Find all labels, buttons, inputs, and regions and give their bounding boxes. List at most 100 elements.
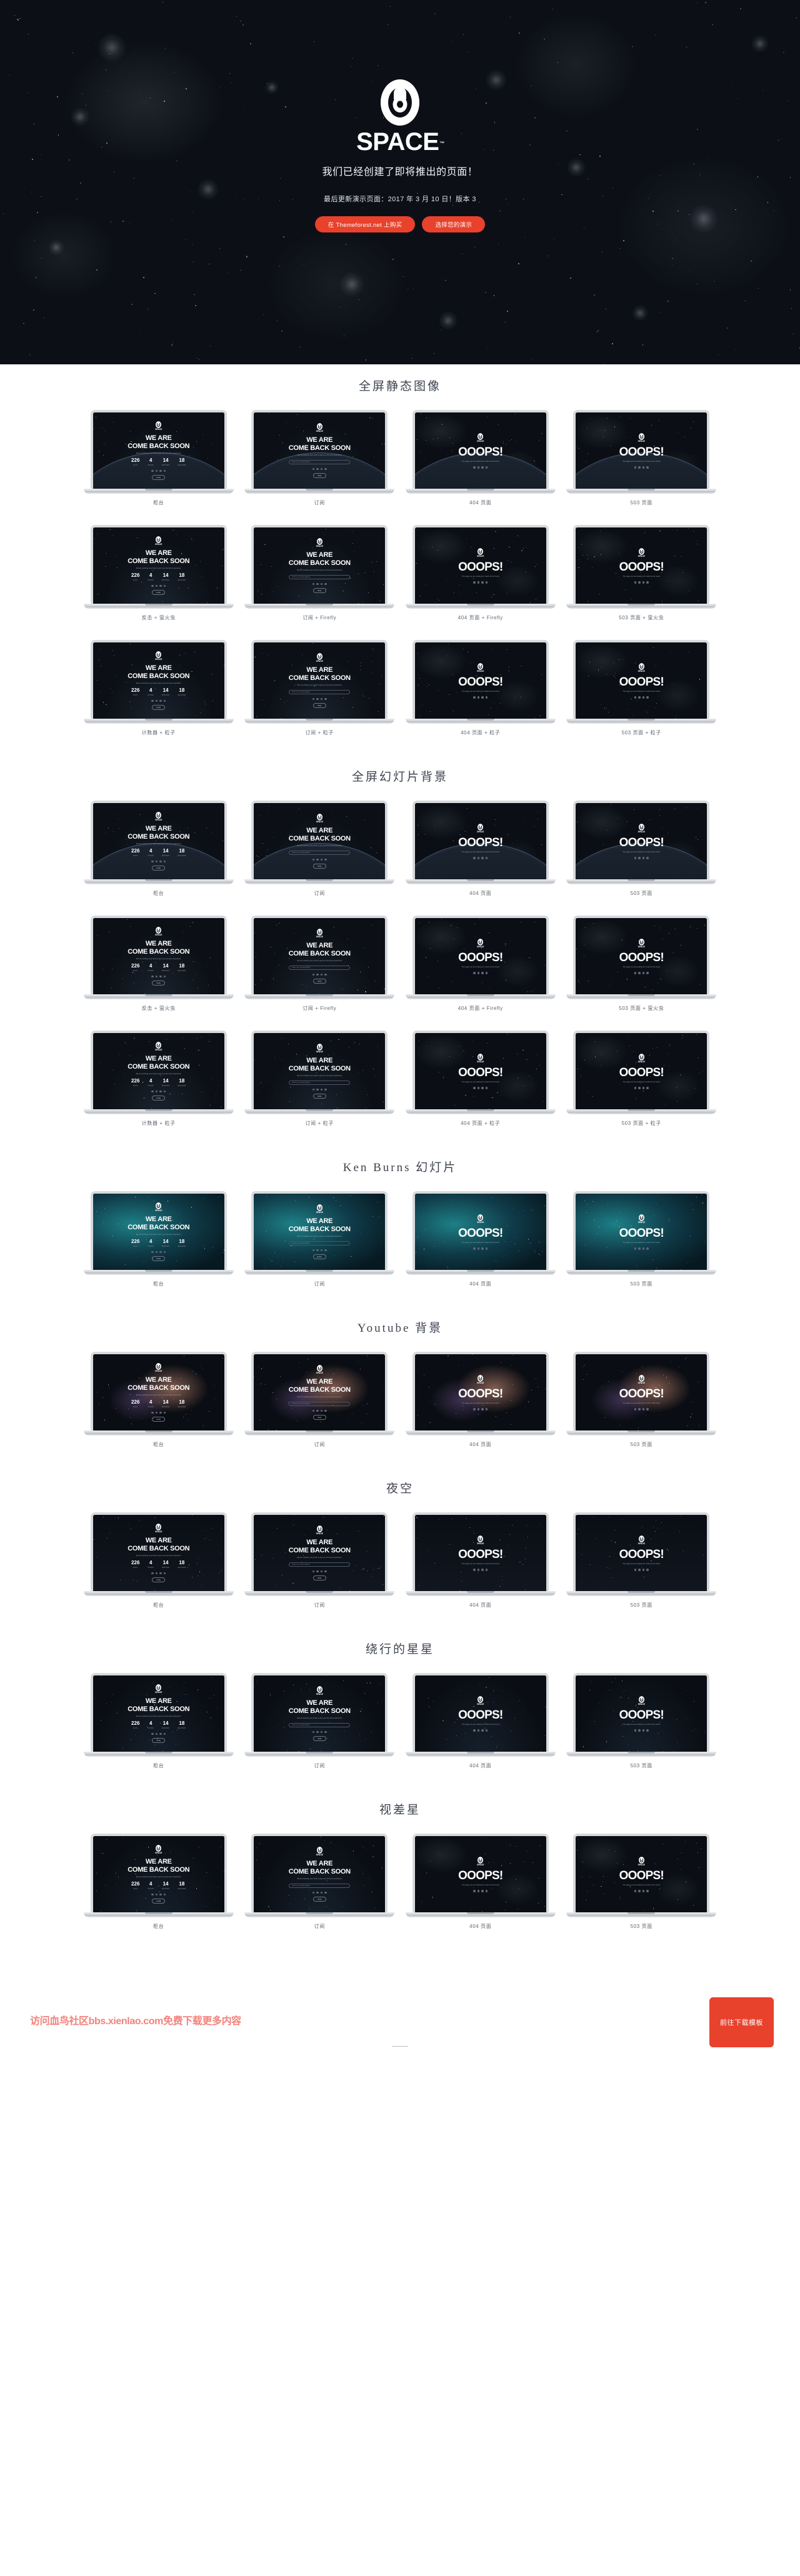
twitter-icon[interactable] <box>638 1890 641 1892</box>
mock-screen-error[interactable]: SPACE OOOPS! The page you are looking for … <box>576 412 708 489</box>
mock-screen-error[interactable]: SPACE OOOPS! The page you are looking for … <box>576 527 708 604</box>
dribbble-icon[interactable] <box>485 1569 488 1571</box>
laptop-mockup[interactable]: SPACE OOOPS! The page you are looking for … <box>566 1031 717 1114</box>
laptop-mockup[interactable]: SPACE OOOPS! The page you are looking for … <box>566 410 717 494</box>
notify-button[interactable]: Notify <box>152 590 166 596</box>
subscribe-button[interactable]: Notify <box>312 1415 326 1420</box>
notify-button[interactable]: Notify <box>152 866 166 871</box>
facebook-icon[interactable] <box>312 973 315 976</box>
mock-screen-error[interactable]: SPACE OOOPS! The page you are looking for … <box>576 1194 708 1270</box>
subscribe-button[interactable]: Notify <box>312 473 326 479</box>
mockup-card[interactable]: SPACE WE ARE COME BACK SOON We are working … <box>78 1352 239 1467</box>
mock-screen-counter[interactable]: SPACE WE ARE COME BACK SOON We are working … <box>92 1836 224 1912</box>
laptop-mockup[interactable]: SPACE WE ARE COME BACK SOON We are working … <box>83 916 234 999</box>
facebook-icon[interactable] <box>151 1572 154 1575</box>
dribbble-icon[interactable] <box>324 467 327 471</box>
mockup-card[interactable]: SPACE OOOPS! The page you are looking for … <box>400 916 561 1031</box>
facebook-icon[interactable] <box>312 1249 315 1252</box>
dribbble-icon[interactable] <box>163 975 166 978</box>
twitter-icon[interactable] <box>477 972 480 974</box>
social-icons[interactable] <box>634 1729 649 1732</box>
instagram-icon[interactable] <box>159 1572 162 1575</box>
social-icons[interactable] <box>151 975 166 978</box>
facebook-icon[interactable] <box>473 466 476 469</box>
mock-screen-subscribe[interactable]: SPACE WE ARE COME BACK SOON We are working … <box>254 412 386 489</box>
mockup-card[interactable]: SPACE OOOPS! The page you are looking for … <box>400 1512 561 1627</box>
instagram-icon[interactable] <box>320 858 323 861</box>
mockup-card[interactable]: SPACE WE ARE COME BACK SOON We are working … <box>239 410 401 525</box>
mockup-card[interactable]: SPACE WE ARE COME BACK SOON We are working … <box>78 801 239 916</box>
facebook-icon[interactable] <box>634 1890 637 1892</box>
mockup-card[interactable]: SPACE WE ARE COME BACK SOON We are working … <box>78 1673 239 1788</box>
social-icons[interactable] <box>634 972 649 974</box>
dribbble-icon[interactable] <box>324 1570 327 1573</box>
dribbble-icon[interactable] <box>485 1408 488 1410</box>
laptop-mockup[interactable]: SPACE OOOPS! The page you are looking for … <box>405 1191 556 1275</box>
laptop-mockup[interactable]: SPACE OOOPS! The page you are looking for … <box>405 410 556 494</box>
social-icons[interactable] <box>151 860 166 863</box>
dribbble-icon[interactable] <box>646 466 649 469</box>
mockup-card[interactable]: SPACE WE ARE COME BACK SOON We are working … <box>239 640 401 755</box>
social-icons[interactable] <box>312 1570 327 1573</box>
dribbble-icon[interactable] <box>485 972 488 974</box>
instagram-icon[interactable] <box>159 1251 162 1254</box>
mockup-card[interactable]: SPACE OOOPS! The page you are looking for … <box>561 525 722 640</box>
dribbble-icon[interactable] <box>646 1247 649 1250</box>
instagram-icon[interactable] <box>159 699 162 702</box>
mockup-card[interactable]: SPACE WE ARE COME BACK SOON We are working … <box>78 1031 239 1146</box>
social-icons[interactable] <box>312 1730 327 1734</box>
mockup-card[interactable]: SPACE WE ARE COME BACK SOON We are working … <box>239 1834 401 1949</box>
mockup-card[interactable]: SPACE WE ARE COME BACK SOON We are working … <box>78 525 239 640</box>
twitter-icon[interactable] <box>316 1730 319 1734</box>
facebook-icon[interactable] <box>151 1893 154 1896</box>
mock-screen-subscribe[interactable]: SPACE WE ARE COME BACK SOON We are working … <box>254 527 386 604</box>
twitter-icon[interactable] <box>155 1251 158 1254</box>
laptop-mockup[interactable]: SPACE WE ARE COME BACK SOON We are working … <box>244 1031 395 1114</box>
facebook-icon[interactable] <box>634 1569 637 1571</box>
subscribe-input[interactable]: Enter your email address <box>289 1080 351 1085</box>
facebook-icon[interactable] <box>634 1408 637 1410</box>
social-icons[interactable] <box>312 1891 327 1894</box>
dribbble-icon[interactable] <box>324 582 327 586</box>
instagram-icon[interactable] <box>481 581 484 584</box>
dribbble-icon[interactable] <box>646 857 649 859</box>
instagram-icon[interactable] <box>320 1730 323 1734</box>
mock-screen-error[interactable]: SPACE OOOPS! The page you are looking for … <box>414 642 546 719</box>
twitter-icon[interactable] <box>155 1893 158 1896</box>
mock-screen-counter[interactable]: SPACE WE ARE COME BACK SOON We are working … <box>92 527 224 604</box>
laptop-mockup[interactable]: SPACE OOOPS! The page you are looking for … <box>405 916 556 999</box>
twitter-icon[interactable] <box>155 699 158 702</box>
mockup-card[interactable]: SPACE OOOPS! The page you are looking for … <box>400 1352 561 1467</box>
twitter-icon[interactable] <box>316 697 319 701</box>
facebook-icon[interactable] <box>151 584 154 587</box>
mock-screen-error[interactable]: SPACE OOOPS! The page you are looking for … <box>414 1675 546 1752</box>
instagram-icon[interactable] <box>481 972 484 974</box>
twitter-icon[interactable] <box>316 858 319 861</box>
mock-screen-counter[interactable]: SPACE WE ARE COME BACK SOON We are working … <box>92 1194 224 1270</box>
notify-button[interactable]: Notify <box>152 1899 166 1904</box>
facebook-icon[interactable] <box>151 860 154 863</box>
instagram-icon[interactable] <box>481 696 484 699</box>
facebook-icon[interactable] <box>634 1087 637 1089</box>
facebook-icon[interactable] <box>634 1729 637 1732</box>
instagram-icon[interactable] <box>481 1729 484 1732</box>
facebook-icon[interactable] <box>151 1090 154 1093</box>
instagram-icon[interactable] <box>159 1732 162 1735</box>
instagram-icon[interactable] <box>320 1249 323 1252</box>
mock-screen-counter[interactable]: SPACE WE ARE COME BACK SOON We are working … <box>92 1515 224 1591</box>
mockup-card[interactable]: SPACE OOOPS! The page you are looking for … <box>400 640 561 755</box>
instagram-icon[interactable] <box>642 1087 645 1089</box>
instagram-icon[interactable] <box>320 1570 323 1573</box>
mockup-card[interactable]: SPACE WE ARE COME BACK SOON We are working … <box>239 1352 401 1467</box>
social-icons[interactable] <box>473 581 488 584</box>
notify-button[interactable]: Notify <box>152 475 166 481</box>
social-icons[interactable] <box>312 697 327 701</box>
mockup-card[interactable]: SPACE OOOPS! The page you are looking for … <box>400 1191 561 1306</box>
twitter-icon[interactable] <box>638 1087 641 1089</box>
mock-screen-subscribe[interactable]: SPACE WE ARE COME BACK SOON We are working … <box>254 642 386 719</box>
subscribe-button[interactable]: Notify <box>312 703 326 709</box>
laptop-mockup[interactable]: SPACE WE ARE COME BACK SOON We are working … <box>244 916 395 999</box>
notify-button[interactable]: Notify <box>152 705 166 711</box>
twitter-icon[interactable] <box>477 1729 480 1732</box>
social-icons[interactable] <box>473 972 488 974</box>
